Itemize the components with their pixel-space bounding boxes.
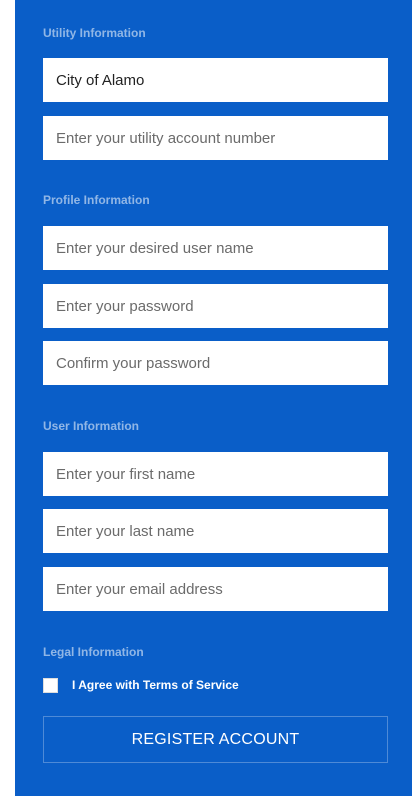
- username-field[interactable]: [43, 226, 388, 270]
- register-account-button[interactable]: REGISTER ACCOUNT: [43, 716, 388, 763]
- registration-panel: Utility Information Profile Information …: [15, 0, 412, 796]
- email-field[interactable]: [43, 567, 388, 611]
- last-name-field[interactable]: [43, 509, 388, 553]
- account-number-field[interactable]: [43, 116, 388, 160]
- terms-label: I Agree with Terms of Service: [72, 678, 239, 692]
- password-field[interactable]: [43, 284, 388, 328]
- legal-section-label: Legal Information: [43, 645, 144, 659]
- terms-row[interactable]: I Agree with Terms of Service: [43, 676, 239, 694]
- first-name-field[interactable]: [43, 452, 388, 496]
- terms-checkbox[interactable]: [43, 677, 58, 693]
- confirm-password-field[interactable]: [43, 341, 388, 385]
- utility-section-label: Utility Information: [43, 26, 146, 40]
- profile-section-label: Profile Information: [43, 193, 150, 207]
- utility-name-field[interactable]: [43, 58, 388, 102]
- user-section-label: User Information: [43, 419, 140, 433]
